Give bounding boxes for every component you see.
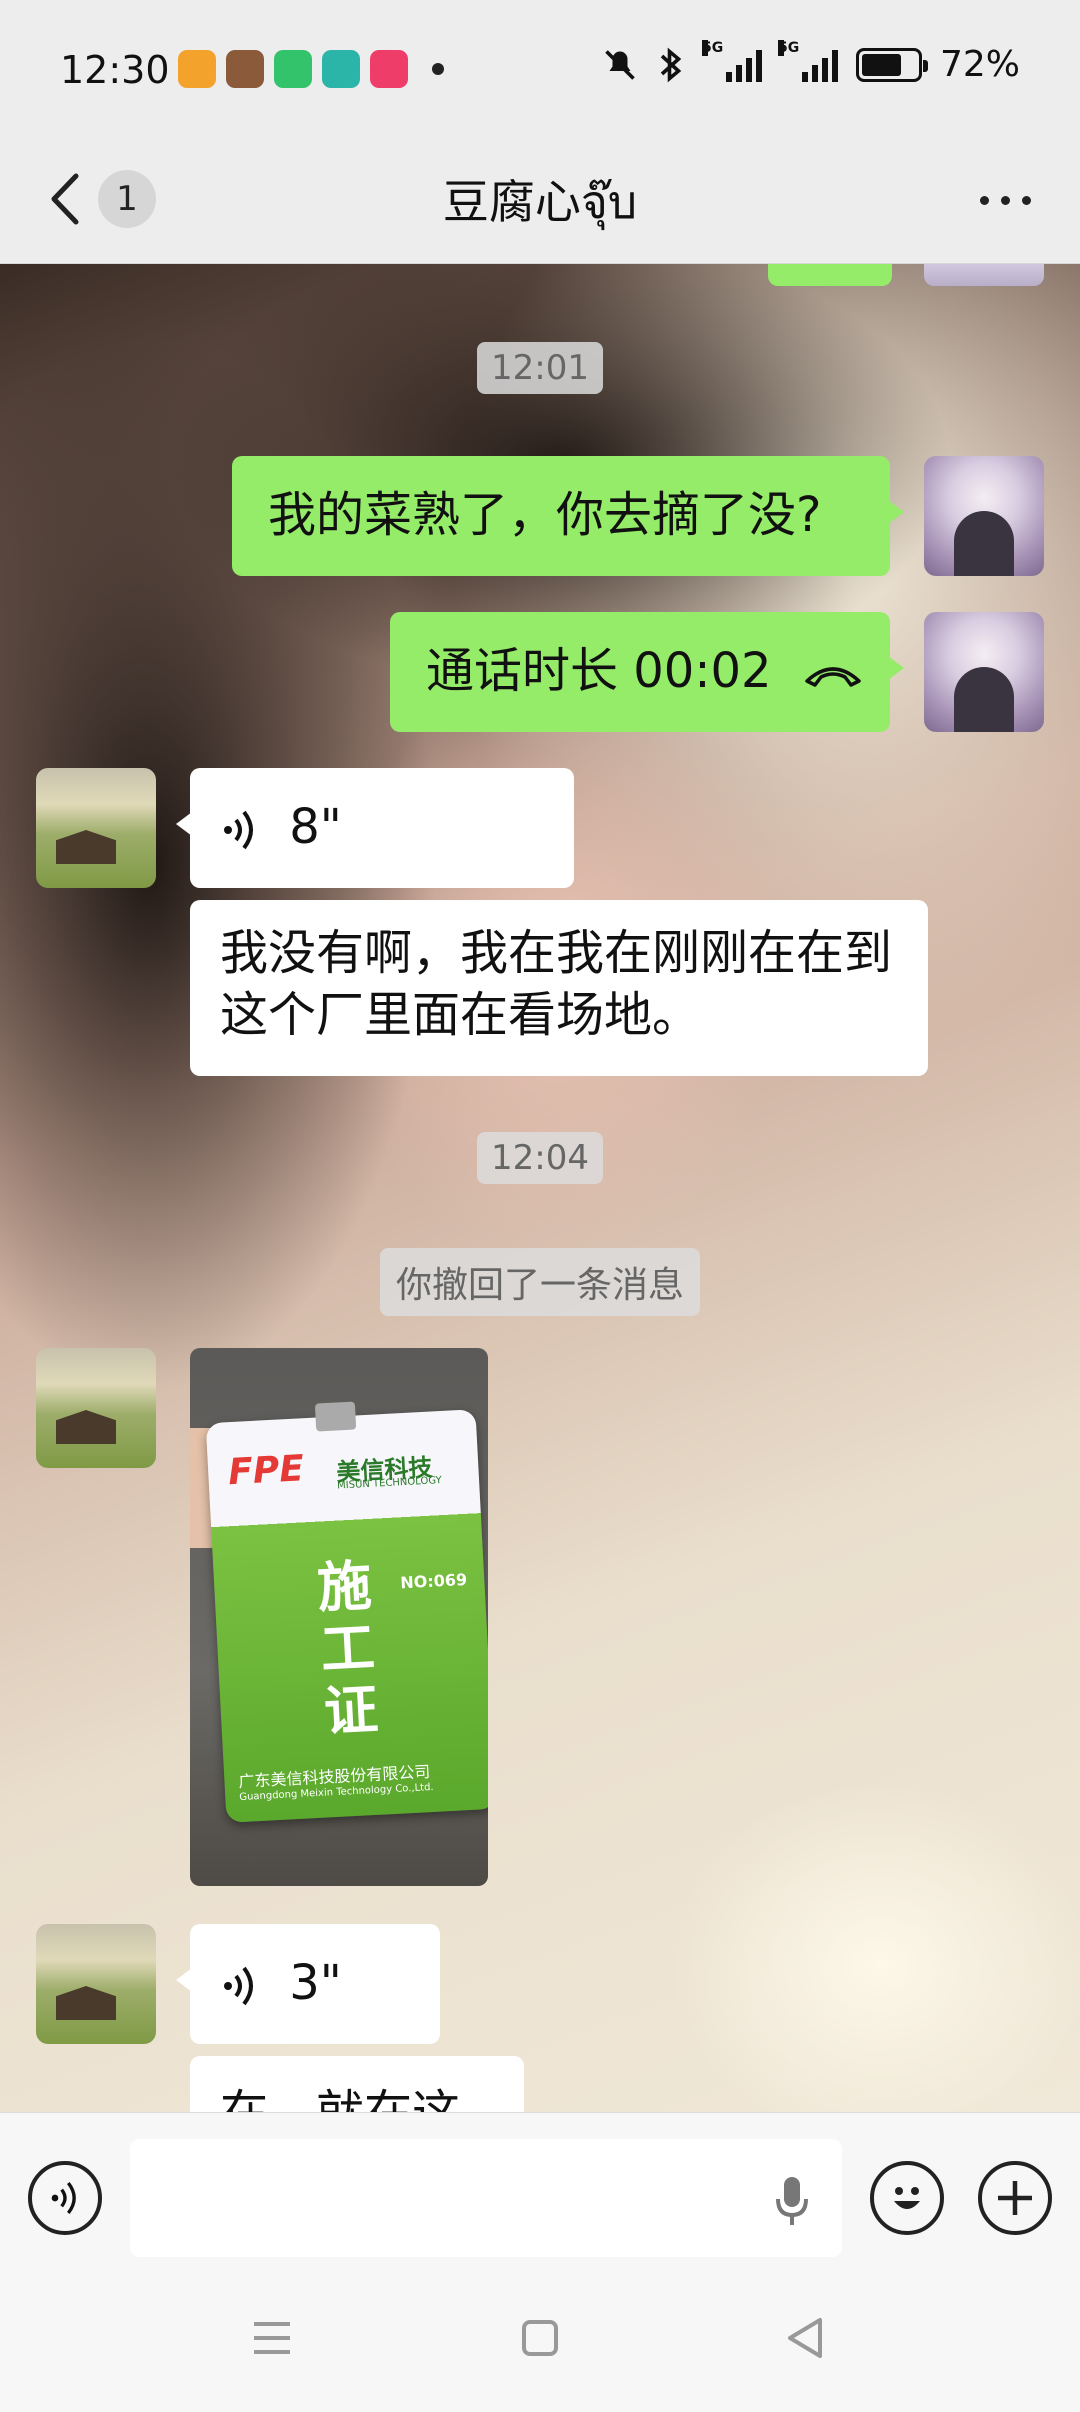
hangup-icon	[805, 667, 861, 687]
more-icon	[979, 195, 989, 205]
voice-message-bubble[interactable]: 8"	[176, 768, 574, 888]
input-bar	[0, 2112, 1080, 2262]
message-text: 我没有啊，我在我在刚刚在在到这个厂里面在看场地。	[220, 925, 893, 1043]
previous-message-bubble[interactable]	[768, 264, 892, 286]
my-avatar-partial[interactable]	[924, 264, 1044, 286]
menu-icon	[254, 2322, 290, 2354]
more-notifications-dot	[432, 63, 444, 75]
menu-button[interactable]	[242, 2308, 302, 2368]
call-record-bubble[interactable]: 通话时长 00:02	[390, 612, 904, 732]
status-right: 5G 5G 72%	[602, 39, 1020, 85]
my-avatar[interactable]	[924, 456, 1044, 576]
system-nav-bar	[0, 2262, 1080, 2412]
back-triangle-icon	[788, 2318, 822, 2358]
app-notification-icon-2	[370, 50, 408, 88]
card-number: NO:069	[399, 1569, 468, 1593]
home-icon	[522, 2320, 558, 2356]
card-title: 施 工 证	[315, 1553, 380, 1744]
status-time: 12:30	[60, 48, 170, 92]
message-input[interactable]	[130, 2139, 842, 2257]
my-avatar[interactable]	[924, 612, 1044, 732]
plus-button[interactable]	[978, 2161, 1052, 2235]
emoji-icon	[894, 2187, 920, 2209]
bluetooth-icon	[660, 47, 682, 82]
chat-area[interactable]: 12:01 我的菜熟了，你去摘了没? 通话时长 00:02 8" 我没有啊，我在…	[0, 264, 1080, 2112]
more-button[interactable]	[970, 170, 1040, 230]
store-notification-icon	[274, 50, 312, 88]
message-text: 在，就在这	[220, 2085, 460, 2112]
chat-header: 1 豆腐心จุ๊บ	[0, 140, 1080, 264]
text-message-bubble[interactable]: 我没有啊，我在我在刚刚在在到这个厂里面在看场地。	[190, 900, 928, 1076]
timestamp: 12:01	[477, 342, 603, 394]
voice-mode-icon	[51, 2181, 76, 2215]
timestamp: 12:04	[477, 1132, 603, 1184]
contact-avatar[interactable]	[36, 768, 156, 888]
signal-2-icon: 5G	[777, 39, 838, 82]
voice-wave-icon	[224, 1966, 253, 2006]
app-notification-icon	[178, 50, 216, 88]
voice-message-bubble[interactable]: 3"	[176, 1924, 440, 2044]
badge-card-image: FPE 美信科技 MISUN TECHNOLOGY NO:069 施 工 证 广…	[205, 1401, 488, 1823]
voice-mode-button[interactable]	[28, 2161, 102, 2235]
card-logo: FPE	[227, 1448, 305, 1494]
mic-icon[interactable]	[772, 2173, 812, 2227]
contact-avatar[interactable]	[36, 1924, 156, 2044]
game-notification-icon	[226, 50, 264, 88]
text-message-bubble-partial[interactable]: 在，就在这	[190, 2056, 524, 2112]
recall-notice: 你撤回了一条消息	[379, 1248, 701, 1316]
status-app-icons	[178, 50, 444, 88]
mute-icon	[605, 49, 635, 80]
contact-avatar[interactable]	[36, 1348, 156, 1468]
message-text: 我的菜熟了，你去摘了没?	[268, 487, 822, 543]
image-message[interactable]: FPE 美信科技 MISUN TECHNOLOGY NO:069 施 工 证 广…	[190, 1348, 488, 1886]
plus-icon	[998, 2181, 1032, 2215]
status-bar: 12:30 5G 5G 72%	[0, 0, 1080, 140]
emoji-button[interactable]	[870, 2161, 944, 2235]
wifi-app-notification-icon	[322, 50, 360, 88]
home-button[interactable]	[510, 2308, 570, 2368]
call-duration-text: 通话时长 00:02	[426, 643, 772, 699]
voice-duration: 3"	[289, 1955, 342, 2011]
my-message-bubble[interactable]: 我的菜熟了，你去摘了没?	[232, 456, 904, 576]
voice-duration: 8"	[289, 799, 342, 855]
system-back-button[interactable]	[776, 2308, 836, 2368]
signal-1-icon: 5G	[701, 39, 762, 82]
voice-wave-icon	[224, 810, 253, 850]
chat-title: 豆腐心จุ๊บ	[442, 175, 638, 229]
battery-percent: 72%	[939, 44, 1020, 85]
battery-icon	[855, 47, 928, 82]
